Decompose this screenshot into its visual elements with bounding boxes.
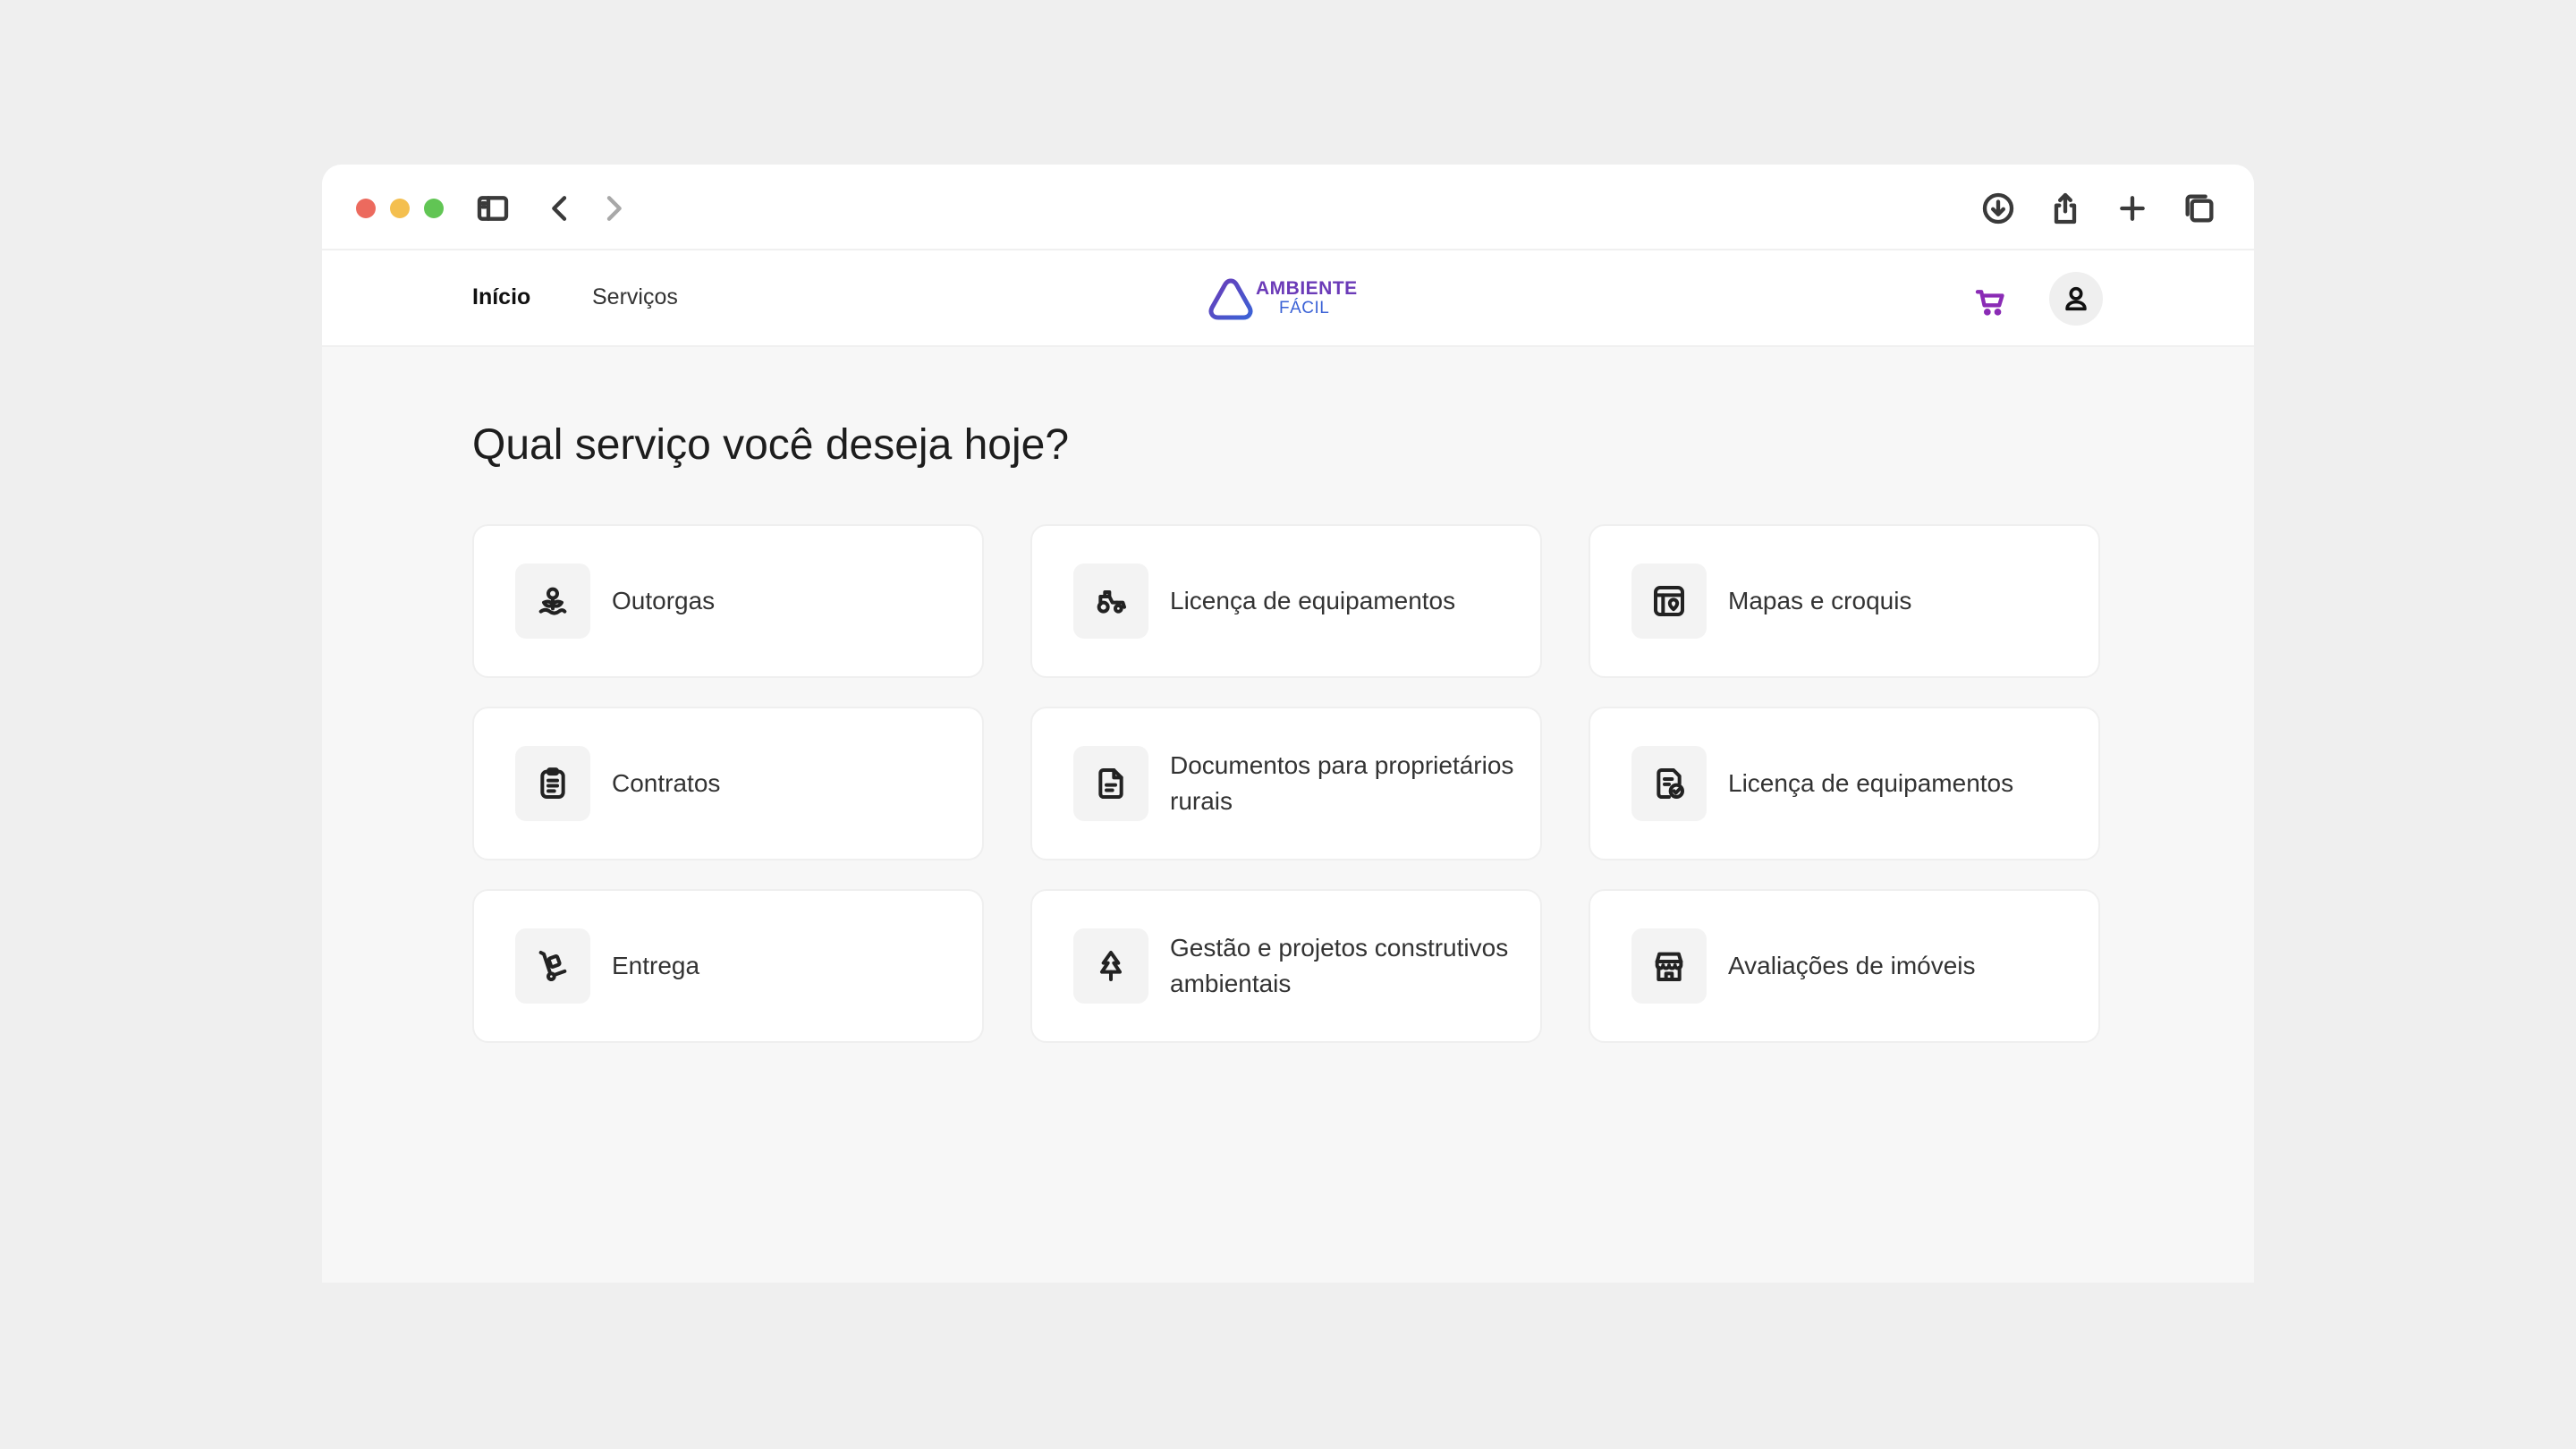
page-title: Qual serviço você deseja hoje? <box>472 421 1070 469</box>
service-card-licenca-equipamentos-2[interactable]: Licença de equipamentos <box>1589 707 2100 860</box>
service-card-label: Licença de equipamentos <box>1170 587 1456 614</box>
logo-text-line2: FÁCIL <box>1279 299 1330 318</box>
logo-mark-icon <box>1208 278 1253 320</box>
service-card-outorgas[interactable]: Outorgas <box>472 524 984 678</box>
share-icon[interactable] <box>2046 190 2084 227</box>
nav-link-inicio[interactable]: Início <box>472 284 530 310</box>
service-card-label: Avaliações de imóveis <box>1728 952 1976 979</box>
cart-icon[interactable] <box>1973 284 2009 320</box>
service-card-label: Contratos <box>612 769 721 797</box>
service-card-contratos[interactable]: Contratos <box>472 707 984 860</box>
user-icon <box>2065 286 2087 311</box>
service-card-label: Documentos para proprietários rurais <box>1170 751 1514 815</box>
service-card-mapas-croquis[interactable]: Mapas e croquis <box>1589 524 2100 678</box>
service-card-label: Licença de equipamentos <box>1728 769 2014 797</box>
service-card-label: Mapas e croquis <box>1728 587 1912 614</box>
browser-window: Início Serviços AMBIENTE FÁCIL Qual serv… <box>322 165 2254 1283</box>
user-account-button[interactable] <box>2049 272 2103 326</box>
service-card-label: Gestão e projetos construtivos ambientai… <box>1170 934 1509 997</box>
map-pin-icon <box>1631 564 1707 639</box>
certificate-check-icon <box>1631 746 1707 821</box>
minimize-window-button[interactable] <box>390 199 410 218</box>
service-card-documentos-rurais[interactable]: Documentos para proprietários rurais <box>1030 707 1542 860</box>
document-icon <box>1073 746 1148 821</box>
service-card-licenca-equipamentos[interactable]: Licença de equipamentos <box>1030 524 1542 678</box>
site-navbar: Início Serviços AMBIENTE FÁCIL <box>322 250 2254 347</box>
nav-link-servicos[interactable]: Serviços <box>592 284 678 310</box>
clipboard-icon <box>515 746 590 821</box>
services-grid: Outorgas Licença de equipamentos Mapas e… <box>472 524 2100 1043</box>
forward-icon[interactable] <box>595 190 632 227</box>
download-icon[interactable] <box>1979 190 2017 227</box>
service-card-gestao-projetos[interactable]: Gestão e projetos construtivos ambientai… <box>1030 889 1542 1043</box>
browser-toolbar <box>322 165 2254 250</box>
sidebar-toggle-icon[interactable] <box>474 190 512 227</box>
tractor-icon <box>1073 564 1148 639</box>
new-tab-icon[interactable] <box>2114 190 2151 227</box>
hand-truck-icon <box>515 928 590 1004</box>
maximize-window-button[interactable] <box>424 199 444 218</box>
service-card-label: Outorgas <box>612 587 716 614</box>
service-card-label: Entrega <box>612 952 700 979</box>
tree-icon <box>1073 928 1148 1004</box>
tabs-overview-icon[interactable] <box>2181 190 2218 227</box>
logo-text-line1: AMBIENTE <box>1256 278 1358 299</box>
close-window-button[interactable] <box>356 199 376 218</box>
back-icon[interactable] <box>541 190 579 227</box>
brand-logo[interactable]: AMBIENTE FÁCIL <box>1206 272 1376 326</box>
plant-icon <box>515 564 590 639</box>
service-card-entrega[interactable]: Entrega <box>472 889 984 1043</box>
service-card-avaliacoes-imoveis[interactable]: Avaliações de imóveis <box>1589 889 2100 1043</box>
building-icon <box>1631 928 1707 1004</box>
